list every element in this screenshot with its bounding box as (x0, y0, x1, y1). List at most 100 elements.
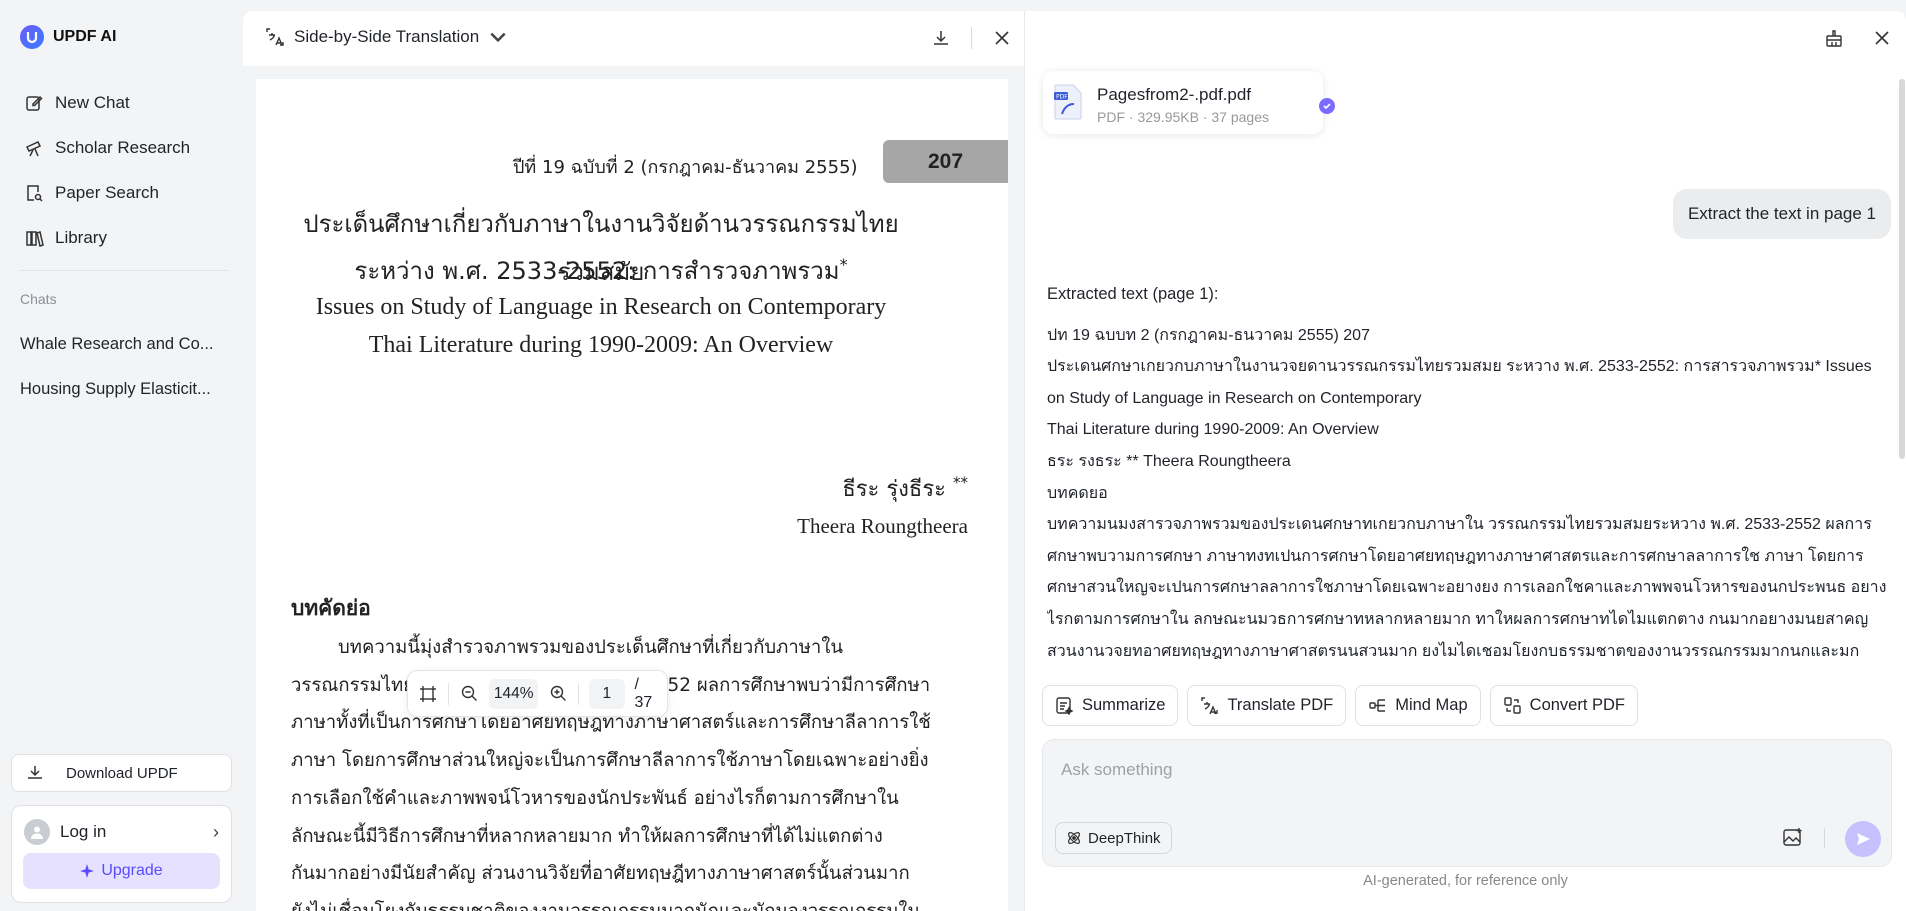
zoom-out-icon (461, 685, 477, 701)
zoom-in-icon (550, 685, 566, 701)
broom-icon (1826, 30, 1842, 47)
sidebar-item-library[interactable]: Library (12, 215, 230, 260)
sidebar-item-label: Scholar Research (55, 137, 191, 157)
clear-chat-button[interactable] (1822, 26, 1846, 50)
page-number-badge: 207 (883, 140, 1008, 183)
abstract-line: ภาษา โดยการศึกษาส่วนใหญ่จะเป็นการศึกษาลี… (291, 750, 929, 772)
chat-history-item[interactable]: Whale Research and Co... (12, 322, 234, 367)
atom-icon (1068, 832, 1080, 844)
header-separator (971, 27, 972, 49)
zoom-out-button[interactable] (459, 682, 479, 706)
deepthink-toggle[interactable]: DeepThink (1055, 822, 1172, 854)
translate-pdf-label: Translate PDF (1227, 696, 1334, 714)
toolbar-separator (578, 682, 580, 705)
sidebar-item-scholar-research[interactable]: Scholar Research (12, 125, 230, 170)
abstract-line: กันมากอย่างมีนัยสำคัญ ส่วนงานวิจัยที่อาศ… (291, 863, 910, 885)
abstract-line: ลักษณะนี้มีวิธีการศึกษาที่หลากหลายมาก ทำ… (291, 825, 883, 847)
quick-actions: Summarize Translate PDF Mind Map Convert… (1042, 685, 1639, 726)
upgrade-button[interactable]: Upgrade (23, 853, 220, 889)
current-page-field[interactable]: 1 (589, 678, 625, 709)
send-button[interactable] (1845, 821, 1881, 857)
fit-page-icon (420, 685, 437, 702)
svg-text:PDF: PDF (1056, 94, 1068, 101)
page-running-header: ปีที่ 19 ฉบับที่ 2 (กรกฎาคม-ธันวาคม 2555… (513, 157, 858, 178)
fit-page-button[interactable] (418, 682, 438, 706)
chat-input[interactable] (1061, 760, 1861, 800)
toolbar-separator (448, 682, 450, 705)
translation-title: Side-by-Side Translation (294, 27, 480, 46)
sidebar-item-label: New Chat (55, 92, 130, 112)
login-label: Log in (60, 822, 107, 841)
avatar (24, 819, 50, 845)
updf-logo-icon (20, 25, 44, 49)
chat-history-list: Whale Research and Co... Housing Supply … (12, 322, 234, 412)
download-label: Download UPDF (66, 764, 178, 782)
abstract-line: การเลือกใช้คำและภาพพจน์โวหารของนักประพัน… (291, 787, 899, 809)
brand[interactable]: UPDF AI (20, 25, 116, 49)
image-add-icon (1783, 828, 1802, 846)
translation-panel: Side-by-Side Translation ปีที่ 19 ฉบับที… (243, 11, 1025, 911)
summarize-button[interactable]: Summarize (1042, 685, 1179, 726)
mind-map-button[interactable]: Mind Map (1355, 685, 1481, 726)
translation-mode-dropdown[interactable]: Side-by-Side Translation (265, 27, 508, 47)
sidebar-item-new-chat[interactable]: New Chat (12, 80, 230, 125)
zoom-level-field[interactable]: 144% (489, 678, 539, 709)
translate-icon (1201, 697, 1219, 715)
chat-panel: PDF Pagesfrom2-.pdf.pdf PDF · 329.95KB ·… (1025, 11, 1906, 911)
convert-pdf-label: Convert PDF (1529, 696, 1626, 714)
chat-history-item[interactable]: Housing Supply Elasticit... (12, 367, 234, 412)
abstract-line: ยังไม่เชื่อมโยงกับธรรมชาติของงานวรรณกรรม… (291, 893, 920, 911)
mind-map-label: Mind Map (1395, 696, 1468, 714)
thai-title-text: ระหว่าง พ.ศ. 2533-2552: การสำรวจภาพรวม (354, 257, 840, 285)
sidebar-item-paper-search[interactable]: Paper Search (12, 170, 230, 215)
chevron-down-icon (490, 32, 506, 43)
ai-response-line: Thai Literature during 1990-2009: An Ove… (1047, 421, 1379, 439)
upgrade-label: Upgrade (101, 862, 163, 879)
close-icon (1875, 31, 1889, 45)
author-english: Theera Roungtheera (797, 514, 968, 538)
chat-input-box: DeepThink (1042, 739, 1892, 867)
chevron-right-icon: › (213, 821, 219, 842)
sidebar-divider (20, 270, 228, 271)
ai-response-line: ปท 19 ฉบบท 2 (กรกฎาคม-ธนวาคม 2555) 207 (1047, 326, 1370, 344)
abstract-line: บทความนี้มุ่งสำรวจภาพรวมของประเด็นศึกษาท… (291, 637, 844, 658)
summarize-label: Summarize (1082, 696, 1166, 714)
pdf-page: ปีที่ 19 ฉบับที่ 2 (กรกฎาคม-ธันวาคม 2555… (256, 79, 1008, 911)
download-icon (934, 31, 948, 45)
ai-response: Extracted text (page 1): ปท 19 ฉบบท 2 (ก… (1047, 279, 1887, 661)
login-button[interactable]: Log in › (24, 818, 219, 846)
download-translation-button[interactable] (929, 26, 953, 50)
translate-icon (266, 28, 284, 46)
input-separator (1824, 828, 1825, 848)
sidebar-nav: New Chat Scholar Research Paper Search L… (12, 80, 230, 260)
sidebar-item-label: Library (55, 227, 107, 247)
send-icon (1857, 833, 1870, 845)
ai-response-line: บทคดยอ (1047, 484, 1108, 502)
add-image-button[interactable] (1782, 826, 1806, 850)
english-title-line-2: Thai Literature during 1990-2009: An Ove… (368, 332, 834, 358)
close-chat-button[interactable] (1870, 26, 1894, 50)
file-meta: PDF · 329.95KB · 37 pages (1097, 109, 1269, 125)
zoom-in-button[interactable] (548, 682, 568, 706)
file-name: Pagesfrom2-.pdf.pdf (1097, 85, 1252, 104)
chats-label: Chats (20, 291, 57, 307)
pdf-file-icon: PDF (1054, 84, 1082, 120)
brand-name: UPDF AI (53, 28, 117, 45)
ai-response-line: บทความนมงสารวจภาพรวมของประเดนศกษาทเกยวกบ… (1047, 516, 1887, 660)
translate-pdf-button[interactable]: Translate PDF (1187, 685, 1347, 726)
pdf-viewer[interactable]: ปีที่ 19 ฉบับที่ 2 (กรกฎาคม-ธันวาคม 2555… (243, 66, 1024, 911)
attached-file-card[interactable]: PDF Pagesfrom2-.pdf.pdf PDF · 329.95KB ·… (1043, 71, 1335, 134)
convert-pdf-button[interactable]: Convert PDF (1489, 685, 1639, 726)
author-thai-name: ธีระ รุ่งธีระ (842, 477, 946, 502)
chat-scrollbar[interactable] (1899, 79, 1905, 459)
close-translation-button[interactable] (990, 26, 1014, 50)
sidebar-item-label: Paper Search (55, 182, 159, 202)
download-updf-button[interactable]: Download UPDF (11, 754, 232, 792)
sparkle-icon (80, 864, 95, 878)
ai-response-line: ประเดนศกษาเกยวกบภาษาในงานวจยดานวรรณกรรมไ… (1047, 358, 1872, 407)
sidebar: UPDF AI New Chat Scholar Research Paper … (0, 0, 243, 911)
ai-response-line: ธระ รงธระ ** Theera Roungtheera (1047, 452, 1291, 470)
translation-header: Side-by-Side Translation (243, 11, 1024, 66)
abstract-heading: บทคัดย่อ (291, 596, 371, 620)
footnote-mark: * (839, 255, 848, 274)
